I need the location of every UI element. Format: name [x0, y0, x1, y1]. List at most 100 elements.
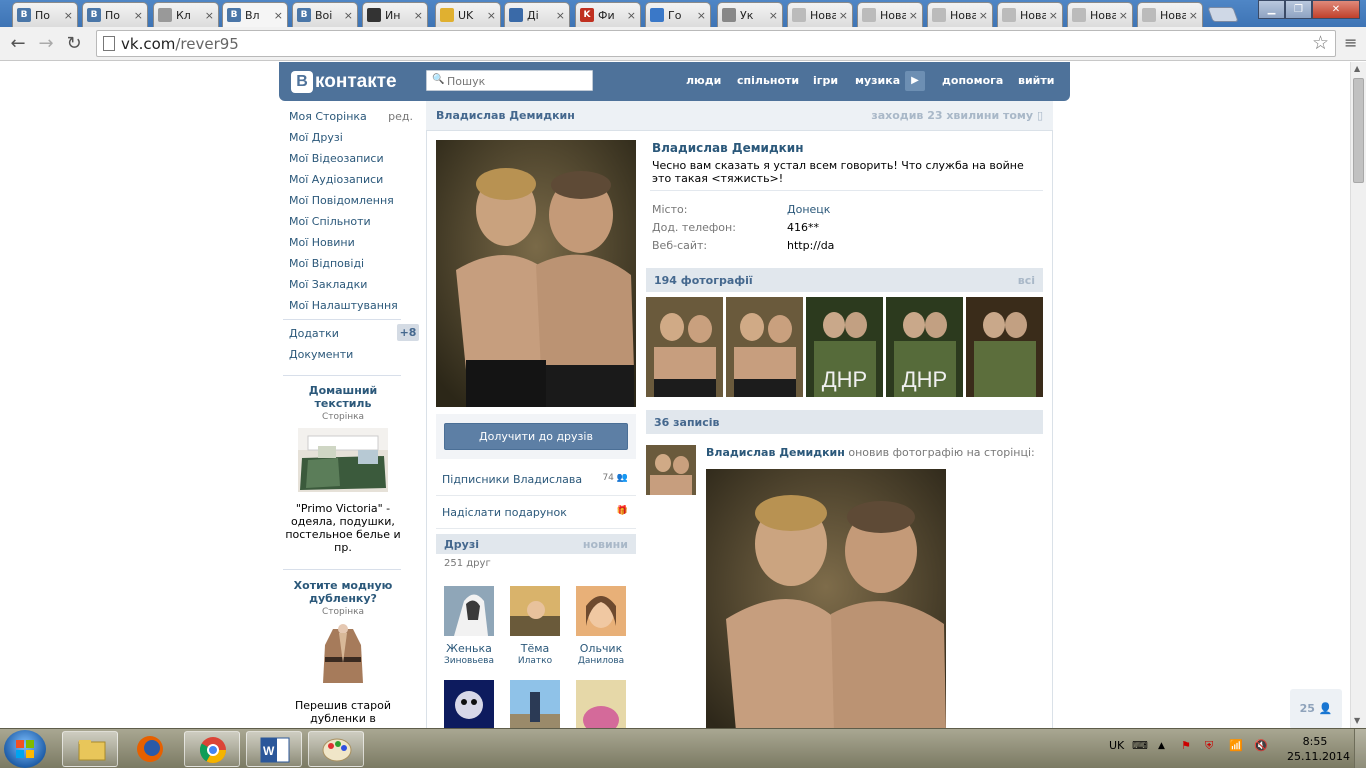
- browser-tab[interactable]: B Воі ×: [292, 2, 358, 27]
- friends-header[interactable]: Друзі новини: [436, 534, 636, 554]
- tab-close-icon[interactable]: ×: [487, 9, 496, 22]
- action-center-icon[interactable]: ⚑: [1181, 739, 1191, 752]
- show-hidden-icons-icon[interactable]: ▲: [1158, 741, 1165, 751]
- browser-tab[interactable]: UK ×: [435, 2, 501, 27]
- ad-image-bedding[interactable]: [298, 428, 388, 492]
- new-tab-button[interactable]: [1207, 7, 1239, 22]
- friend-avatar[interactable]: [444, 586, 494, 636]
- browser-tab[interactable]: Нова ×: [997, 2, 1063, 27]
- photo-thumb[interactable]: [966, 297, 1043, 397]
- nav-people[interactable]: люди: [686, 74, 721, 87]
- info-value-website[interactable]: http://da: [787, 239, 834, 252]
- system-clock[interactable]: 8:55 25.11.2014: [1287, 734, 1350, 764]
- close-window-button[interactable]: ✕: [1312, 0, 1360, 19]
- minimize-button[interactable]: ▁: [1258, 0, 1285, 19]
- menu-answers[interactable]: Мої Відповіді: [289, 257, 419, 278]
- friend-card[interactable]: Женька Зиновьева: [439, 586, 499, 667]
- posts-header[interactable]: 36 записів: [646, 410, 1043, 434]
- tab-close-icon[interactable]: ×: [769, 9, 778, 22]
- tab-close-icon[interactable]: ×: [1049, 9, 1058, 22]
- tab-close-icon[interactable]: ×: [556, 9, 565, 22]
- bookmark-star-icon[interactable]: ☆: [1312, 32, 1329, 54]
- browser-tab[interactable]: Нова ×: [927, 2, 993, 27]
- friend-card[interactable]: Тёма Илатко: [505, 586, 565, 667]
- tab-close-icon[interactable]: ×: [697, 9, 706, 22]
- photo-thumb[interactable]: ДНР: [806, 297, 883, 397]
- send-gift-label[interactable]: Надіслати подарунок: [442, 506, 567, 519]
- browser-tab[interactable]: B По ×: [82, 2, 148, 27]
- friend-avatar[interactable]: [444, 680, 494, 728]
- add-friend-button[interactable]: Долучити до друзів: [444, 423, 628, 450]
- tab-close-icon[interactable]: ×: [839, 9, 848, 22]
- chrome-taskbar-icon[interactable]: [184, 731, 240, 767]
- photos-header[interactable]: 194 фотографії всі: [646, 268, 1043, 292]
- browser-tab[interactable]: K Фи ×: [575, 2, 641, 27]
- show-desktop-button[interactable]: [1354, 729, 1366, 768]
- language-indicator[interactable]: UK: [1109, 739, 1124, 752]
- browser-tab[interactable]: Кл ×: [153, 2, 219, 27]
- back-arrow-icon[interactable]: ←: [6, 32, 30, 56]
- scroll-up-icon[interactable]: ▲: [1354, 64, 1360, 73]
- friend-first-name[interactable]: Ольчик: [571, 642, 631, 655]
- menu-friends[interactable]: Мої Друзі: [289, 131, 419, 152]
- friends-count[interactable]: 251 друг: [444, 558, 491, 569]
- browser-tab[interactable]: Ді ×: [504, 2, 570, 27]
- post-photo[interactable]: [706, 469, 946, 728]
- ad-block-coat[interactable]: Хотите модную дубленку? Сторінка Перешив…: [284, 579, 402, 728]
- send-gift-row[interactable]: Надіслати подарунок 🎁: [436, 496, 636, 529]
- ad-block-textile[interactable]: Домашний текстиль Сторінка "Primo Victor…: [284, 384, 402, 554]
- chrome-menu-icon[interactable]: ≡: [1344, 35, 1360, 51]
- menu-communities[interactable]: Мої Спільноти: [289, 215, 419, 236]
- browser-tab[interactable]: Нова ×: [1067, 2, 1133, 27]
- profile-avatar[interactable]: [436, 140, 636, 407]
- tab-close-icon[interactable]: ×: [344, 9, 353, 22]
- scroll-down-icon[interactable]: ▼: [1354, 716, 1360, 725]
- tab-close-icon[interactable]: ×: [979, 9, 988, 22]
- nav-communities[interactable]: спільноти: [737, 74, 799, 87]
- browser-tab[interactable]: B Вл ×: [222, 2, 288, 27]
- volume-muted-icon[interactable]: 🔇: [1254, 739, 1268, 752]
- firefox-taskbar-icon[interactable]: [122, 731, 178, 767]
- friends-title[interactable]: Друзі: [444, 538, 479, 551]
- ad-title[interactable]: Хотите модную дубленку?: [284, 579, 402, 605]
- browser-tab[interactable]: B По ×: [12, 2, 78, 27]
- start-button[interactable]: [4, 730, 46, 768]
- menu-messages[interactable]: Мої Повідомлення: [289, 194, 419, 215]
- photos-title[interactable]: 194 фотографії: [654, 274, 753, 287]
- vk-logo[interactable]: Вконтакте: [291, 69, 397, 95]
- nav-music[interactable]: музика: [855, 74, 900, 87]
- network-signal-icon[interactable]: 📶: [1229, 739, 1243, 752]
- post-author-name[interactable]: Владислав Демидкин: [706, 446, 845, 459]
- menu-documents[interactable]: Документи: [289, 348, 419, 369]
- friend-card[interactable]: Ольчик Данилова: [571, 586, 631, 667]
- ad-title[interactable]: Домашний текстиль: [284, 384, 402, 410]
- paint-taskbar-icon[interactable]: [308, 731, 364, 767]
- address-bar[interactable]: vk.com/rever95 ☆: [96, 30, 1336, 57]
- play-icon[interactable]: ▶: [905, 71, 925, 91]
- friends-news-link[interactable]: новини: [583, 538, 628, 551]
- tab-close-icon[interactable]: ×: [274, 9, 283, 22]
- menu-my-page[interactable]: Моя Сторінка ред.: [289, 110, 419, 131]
- friend-last-name[interactable]: Зиновьева: [439, 655, 499, 667]
- explorer-taskbar-icon[interactable]: [62, 731, 118, 767]
- browser-tab[interactable]: Нова ×: [857, 2, 923, 27]
- security-icon[interactable]: ⛨: [1205, 739, 1213, 753]
- browser-tab[interactable]: Нова ×: [787, 2, 853, 27]
- friend-last-name[interactable]: Илатко: [505, 655, 565, 667]
- friend-first-name[interactable]: Женька: [439, 642, 499, 655]
- friend-last-name[interactable]: Данилова: [571, 655, 631, 667]
- browser-tab[interactable]: Нова ×: [1137, 2, 1203, 27]
- tab-close-icon[interactable]: ×: [627, 9, 636, 22]
- word-taskbar-icon[interactable]: W: [246, 731, 302, 767]
- nav-logout[interactable]: вийти: [1018, 74, 1054, 87]
- tab-close-icon[interactable]: ×: [1119, 9, 1128, 22]
- tab-close-icon[interactable]: ×: [64, 9, 73, 22]
- photo-thumb[interactable]: [726, 297, 803, 397]
- apps-badge[interactable]: +8: [397, 324, 419, 341]
- friend-first-name[interactable]: Тёма: [505, 642, 565, 655]
- tab-close-icon[interactable]: ×: [205, 9, 214, 22]
- menu-audio[interactable]: Мої Аудіозаписи: [289, 173, 419, 194]
- menu-settings[interactable]: Мої Налаштування: [289, 299, 419, 320]
- online-friends-counter[interactable]: 25 👤: [1290, 689, 1342, 728]
- menu-videos[interactable]: Мої Відеозаписи: [289, 152, 419, 173]
